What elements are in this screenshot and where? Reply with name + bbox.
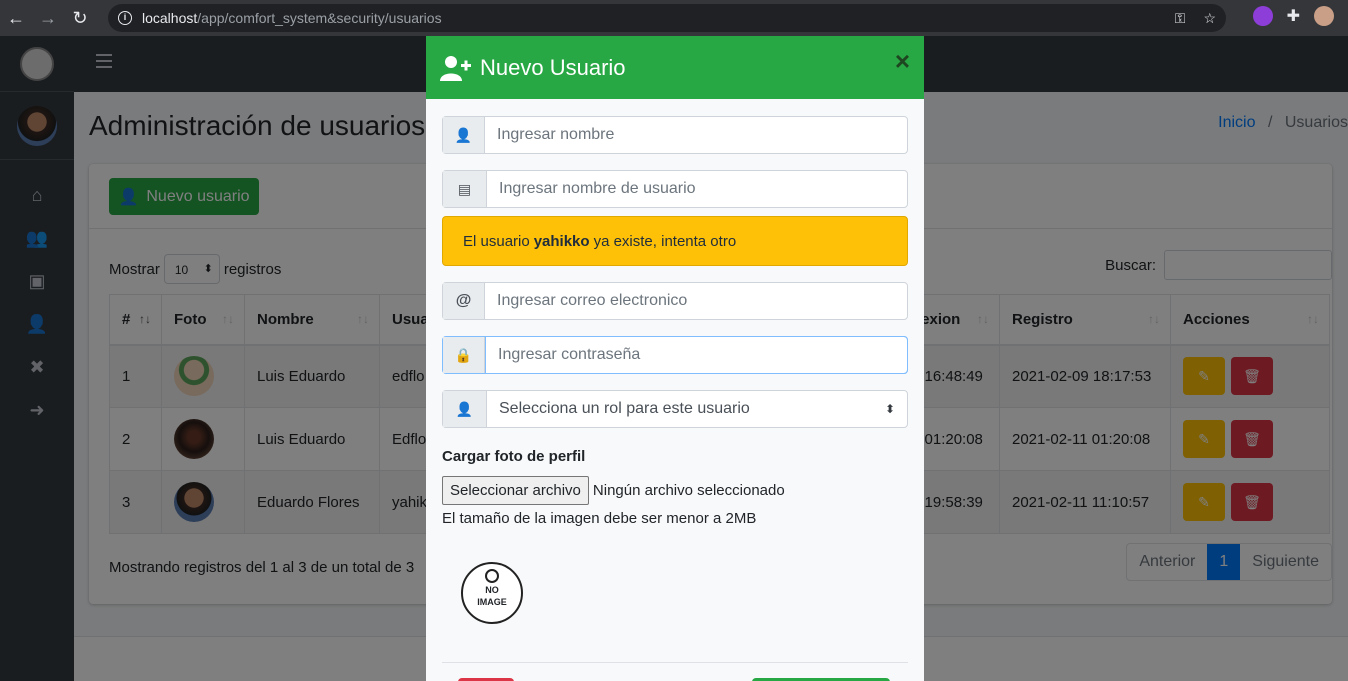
- info-icon[interactable]: i: [118, 11, 132, 25]
- username-input[interactable]: Ingresar nombre de usuario: [487, 171, 907, 207]
- chevron-down-icon: ⬍: [884, 402, 895, 416]
- email-field: @ Ingresar correo electronico: [442, 282, 908, 320]
- extension-icon[interactable]: ✚: [1287, 6, 1300, 26]
- username-field: ▤ Ingresar nombre de usuario: [442, 170, 908, 208]
- name-input[interactable]: Ingresar nombre: [485, 117, 907, 153]
- lock-icon: 🔒: [443, 337, 485, 373]
- key-icon[interactable]: ⚿: [1175, 10, 1186, 27]
- browser-toolbar: ← → ↻ i localhost/app/comfort_system&sec…: [0, 0, 1348, 36]
- profile-avatar[interactable]: [1314, 6, 1334, 26]
- close-icon[interactable]: ×: [895, 46, 910, 77]
- user-plus-icon: [440, 55, 471, 81]
- arrow-right-icon[interactable]: →: [32, 0, 64, 36]
- at-icon: @: [443, 283, 485, 319]
- role-select-value: Selecciona un rol para este usuario: [499, 400, 750, 417]
- role-field: 👤 Selecciona un rol para este usuario ⬍: [442, 390, 908, 428]
- user-icon: 👤: [443, 117, 485, 153]
- file-hint: El tamaño de la imagen debe ser menor a …: [442, 510, 757, 527]
- modal-title: Nuevo Usuario: [480, 54, 626, 80]
- password-field: 🔒 Ingresar contraseña: [442, 336, 908, 374]
- password-input[interactable]: Ingresar contraseña: [485, 336, 908, 374]
- alert-username: yahikko: [533, 232, 590, 250]
- url-path: /app/comfort_system&security/usuarios: [197, 10, 442, 26]
- user-tag-icon: 👤: [443, 391, 487, 427]
- no-image-line2: IMAGE: [477, 597, 507, 607]
- choose-file-button[interactable]: Seleccionar archivo: [442, 476, 589, 505]
- alert-prefix: El usuario: [463, 232, 530, 250]
- no-image-line1: NO: [485, 585, 499, 595]
- email-input[interactable]: Ingresar correo electronico: [485, 283, 907, 319]
- extension-icon[interactable]: [1252, 6, 1273, 26]
- file-input: Seleccionar archivo Ningún archivo selec…: [442, 476, 785, 505]
- reload-icon[interactable]: ↻: [64, 0, 96, 36]
- no-image-placeholder: NO IMAGE: [461, 562, 523, 624]
- role-select[interactable]: Selecciona un rol para este usuario ⬍: [487, 391, 907, 427]
- id-card-icon: ▤: [443, 171, 487, 207]
- photo-label: Cargar foto de perfil: [442, 448, 586, 465]
- star-icon[interactable]: ☆: [1203, 10, 1216, 27]
- footer-divider: [442, 662, 908, 663]
- file-status: Ningún archivo seleccionado: [592, 482, 785, 499]
- alert-suffix: ya existe, intenta otro: [593, 232, 737, 250]
- new-user-modal: Nuevo Usuario × 👤 Ingresar nombre ▤ Ingr…: [426, 36, 924, 681]
- username-exists-alert: El usuario yahikko ya existe, intenta ot…: [442, 216, 908, 266]
- name-field: 👤 Ingresar nombre: [442, 116, 908, 154]
- url-host: localhost: [142, 10, 198, 26]
- arrow-left-icon[interactable]: ←: [0, 0, 32, 36]
- address-bar[interactable]: i localhost/app/comfort_system&security/…: [108, 4, 1226, 32]
- modal-header: Nuevo Usuario ×: [426, 36, 924, 99]
